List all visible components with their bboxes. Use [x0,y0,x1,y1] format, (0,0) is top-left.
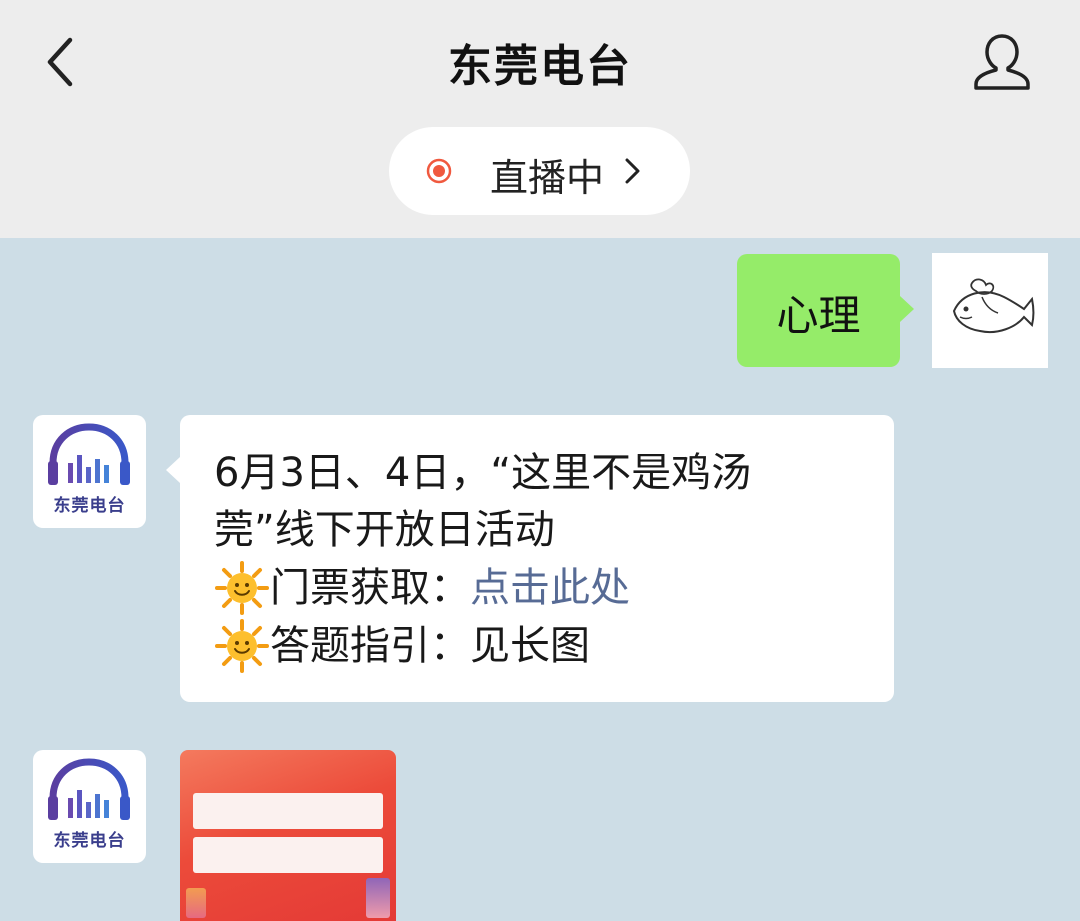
fish-avatar-icon [952,278,1035,333]
message-line: 6月3日、4日，“这里不是鸡汤 [214,450,752,496]
headphones-logo-icon [48,758,130,820]
live-status-button[interactable]: 直播中 [389,127,690,215]
radio-avatar[interactable]: 东莞电台 [33,750,146,863]
guide-value: 见长图 [470,623,590,669]
my-message-bubble[interactable]: 心理 [737,254,914,367]
headphones-logo-icon [48,423,130,485]
live-dot-icon [426,158,452,184]
chat-header: 东莞电台 直播中 [0,0,1080,238]
radio-logo-text: 东莞电台 [53,496,126,516]
sun-face-icon [215,561,269,615]
sun-face-icon [215,619,269,673]
poster-field [193,837,383,873]
page-title: 东莞电台 [448,41,632,92]
radio-avatar[interactable]: 东莞电台 [33,415,146,528]
profile-button[interactable] [970,30,1034,94]
live-status-label: 直播中 [490,156,605,200]
ticket-link[interactable]: 点击此处 [470,565,630,611]
ticket-label: 门票获取： [270,565,470,611]
poster-decoration [186,888,206,918]
chevron-right-icon [625,158,640,184]
poster-field [193,793,383,829]
person-icon [974,34,1030,90]
radio-message-bubble[interactable]: 6月3日、4日，“这里不是鸡汤 莞”线下开放日活动 门票获取：点击此处 答题指引… [166,415,894,702]
message-line-ticket: 门票获取：点击此处 [214,560,630,616]
poster-decoration [366,878,390,918]
message-line-guide: 答题指引：见长图 [214,618,590,674]
my-message-text: 心理 [776,291,861,340]
poster-image-message[interactable] [180,750,396,921]
radio-logo-text: 东莞电台 [53,831,126,851]
guide-label: 答题指引： [270,623,470,669]
message-line: 莞”线下开放日活动 [214,507,555,553]
my-avatar[interactable] [932,253,1048,368]
